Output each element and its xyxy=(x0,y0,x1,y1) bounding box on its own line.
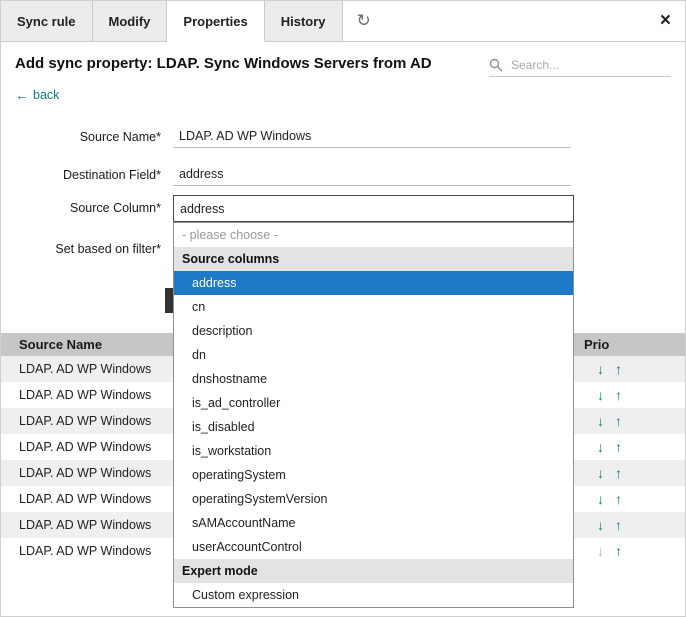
row-source-name: LDAP. AD WP Windows xyxy=(19,414,151,428)
back-arrow-icon: ← xyxy=(15,87,29,103)
move-up-button[interactable]: ↑ xyxy=(615,460,622,486)
destination-field-value: address xyxy=(173,163,571,186)
page-title: Add sync property: LDAP. Sync Windows Se… xyxy=(15,55,432,72)
close-icon[interactable]: × xyxy=(660,1,671,41)
dropdown-option[interactable]: dnshostname xyxy=(174,367,573,391)
source-name-label: Source Name* xyxy=(1,125,161,149)
move-down-button[interactable]: ↓ xyxy=(597,408,604,434)
dropdown-group-source-columns: Source columns xyxy=(174,247,573,271)
row-source-name: LDAP. AD WP Windows xyxy=(19,518,151,532)
row-source-name: LDAP. AD WP Windows xyxy=(19,440,151,454)
prio-cell: ↓ ↑ xyxy=(597,408,622,434)
tab-properties[interactable]: Properties xyxy=(167,1,264,42)
column-header-source-name: Source Name xyxy=(1,337,102,352)
move-up-button[interactable]: ↑ xyxy=(615,382,622,408)
dropdown-option[interactable]: operatingSystem xyxy=(174,463,573,487)
row-source-name: LDAP. AD WP Windows xyxy=(19,492,151,506)
move-down-button[interactable]: ↓ xyxy=(597,356,604,382)
column-header-prio: Prio xyxy=(584,333,609,356)
move-up-button[interactable]: ↑ xyxy=(615,486,622,512)
dropdown-option[interactable]: is_workstation xyxy=(174,439,573,463)
move-down-button[interactable]: ↓ xyxy=(597,486,604,512)
prio-cell: ↓ ↑ xyxy=(597,538,622,564)
row-source-name: LDAP. AD WP Windows xyxy=(19,362,151,376)
prio-cell: ↓ ↑ xyxy=(597,356,622,382)
tab-bar: Sync rule Modify Properties History ↻ × xyxy=(1,1,685,42)
row-source-name: LDAP. AD WP Windows xyxy=(19,466,151,480)
move-up-button[interactable]: ↑ xyxy=(615,408,622,434)
move-down-button[interactable]: ↓ xyxy=(597,538,604,564)
dropdown-option[interactable]: sAMAccountName xyxy=(174,511,573,535)
source-column-label: Source Column* xyxy=(1,195,161,222)
dropdown-option[interactable]: is_disabled xyxy=(174,415,573,439)
search-box xyxy=(489,57,671,77)
dropdown-option[interactable]: Custom expression xyxy=(174,583,573,607)
prio-cell: ↓ ↑ xyxy=(597,434,622,460)
move-down-button[interactable]: ↓ xyxy=(597,512,604,538)
tab-sync-rule[interactable]: Sync rule xyxy=(1,1,93,42)
source-name-value: LDAP. AD WP Windows xyxy=(173,125,571,148)
page: Sync rule Modify Properties History ↻ × … xyxy=(0,0,686,617)
dropdown-option[interactable]: operatingSystemVersion xyxy=(174,487,573,511)
prio-cell: ↓ ↑ xyxy=(597,460,622,486)
dropdown-option[interactable]: userAccountControl xyxy=(174,535,573,559)
prio-cell: ↓ ↑ xyxy=(597,512,622,538)
move-down-button[interactable]: ↓ xyxy=(597,460,604,486)
move-up-button[interactable]: ↑ xyxy=(615,538,622,564)
move-up-button[interactable]: ↑ xyxy=(615,434,622,460)
back-link-label: back xyxy=(33,88,59,102)
move-up-button[interactable]: ↑ xyxy=(615,512,622,538)
prio-cell: ↓ ↑ xyxy=(597,486,622,512)
field-row-destination-field: Destination Field* address xyxy=(1,163,685,187)
source-column-input[interactable] xyxy=(173,195,574,222)
title-bar: Add sync property: LDAP. Sync Windows Se… xyxy=(15,55,671,81)
tab-history[interactable]: History xyxy=(265,1,343,42)
dropdown-group-expert-mode: Expert mode xyxy=(174,559,573,583)
dropdown-option[interactable]: address xyxy=(174,271,573,295)
move-down-button[interactable]: ↓ xyxy=(597,434,604,460)
search-icon xyxy=(489,58,503,72)
dropdown-option-placeholder[interactable]: - please choose - xyxy=(174,223,573,247)
dropdown-option[interactable]: is_ad_controller xyxy=(174,391,573,415)
move-up-button[interactable]: ↑ xyxy=(615,356,622,382)
move-down-button[interactable]: ↓ xyxy=(597,382,604,408)
set-based-on-filter-label: Set based on filter* xyxy=(1,237,161,261)
search-input[interactable] xyxy=(509,57,663,73)
back-link[interactable]: ← back xyxy=(15,87,59,103)
field-row-source-name: Source Name* LDAP. AD WP Windows xyxy=(1,125,685,149)
tab-modify[interactable]: Modify xyxy=(93,1,168,42)
dropdown-option[interactable]: dn xyxy=(174,343,573,367)
row-source-name: LDAP. AD WP Windows xyxy=(19,544,151,558)
dropdown-option[interactable]: description xyxy=(174,319,573,343)
row-source-name: LDAP. AD WP Windows xyxy=(19,388,151,402)
dropdown-option[interactable]: cn xyxy=(174,295,573,319)
field-row-source-column: Source Column* xyxy=(1,195,685,223)
prio-cell: ↓ ↑ xyxy=(597,382,622,408)
source-column-dropdown: - please choose - Source columns address… xyxy=(173,222,574,608)
destination-field-label: Destination Field* xyxy=(1,163,161,187)
refresh-icon[interactable]: ↻ xyxy=(357,1,371,41)
